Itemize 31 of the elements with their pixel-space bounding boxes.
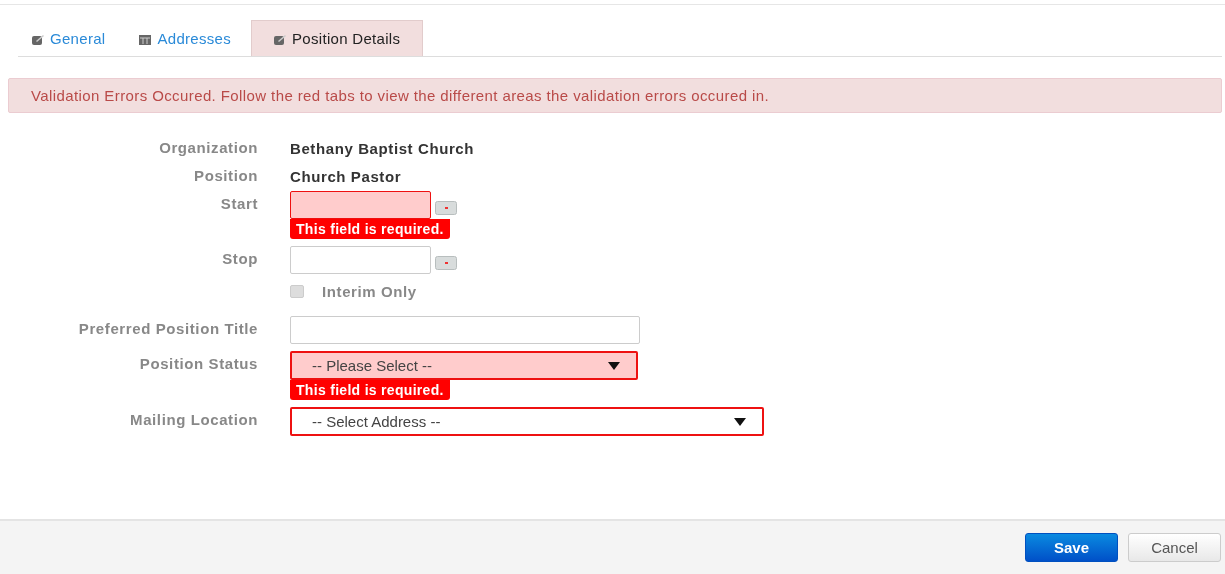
caret-icon — [734, 417, 746, 426]
edit-icon — [32, 34, 44, 45]
field-value: Church Pastor — [290, 167, 402, 185]
field-label: Organization — [159, 139, 258, 156]
field-label: Stop — [222, 250, 258, 267]
error-message: This field is required. — [290, 219, 450, 239]
field-label: Mailing Location — [130, 411, 258, 428]
cancel-button[interactable]: Cancel — [1128, 533, 1221, 562]
calendar-icon[interactable] — [435, 201, 457, 215]
table-icon — [139, 34, 152, 45]
dropdown[interactable]: -- Please Select -- — [290, 351, 638, 380]
field-label: Start — [220, 195, 258, 212]
date-field[interactable] — [290, 191, 431, 219]
field-value: Bethany Baptist Church — [290, 139, 475, 157]
caret-icon — [608, 361, 620, 370]
save-button[interactable]: Save — [1025, 533, 1118, 562]
date-field[interactable] — [290, 246, 431, 274]
tab[interactable]: Position Details — [251, 20, 424, 56]
field-label: Position Status — [139, 355, 258, 372]
checkbox[interactable] — [290, 285, 304, 298]
tab[interactable]: General — [18, 20, 119, 56]
calendar-icon[interactable] — [435, 256, 457, 270]
dropdown[interactable]: -- Select Address -- — [290, 407, 764, 436]
error-alert: Validation Errors Occured. Follow the red tabs to view the different areas the validation errors occured in. — [8, 78, 1222, 113]
tab[interactable]: Addresses — [125, 20, 245, 56]
edit-icon — [274, 35, 287, 45]
field-label: Preferred Position Title — [78, 320, 258, 337]
error-message: This field is required. — [290, 380, 450, 400]
text-field[interactable] — [290, 316, 640, 344]
checkbox-label: Interim Only — [322, 283, 417, 300]
field-label: Position — [194, 167, 258, 184]
